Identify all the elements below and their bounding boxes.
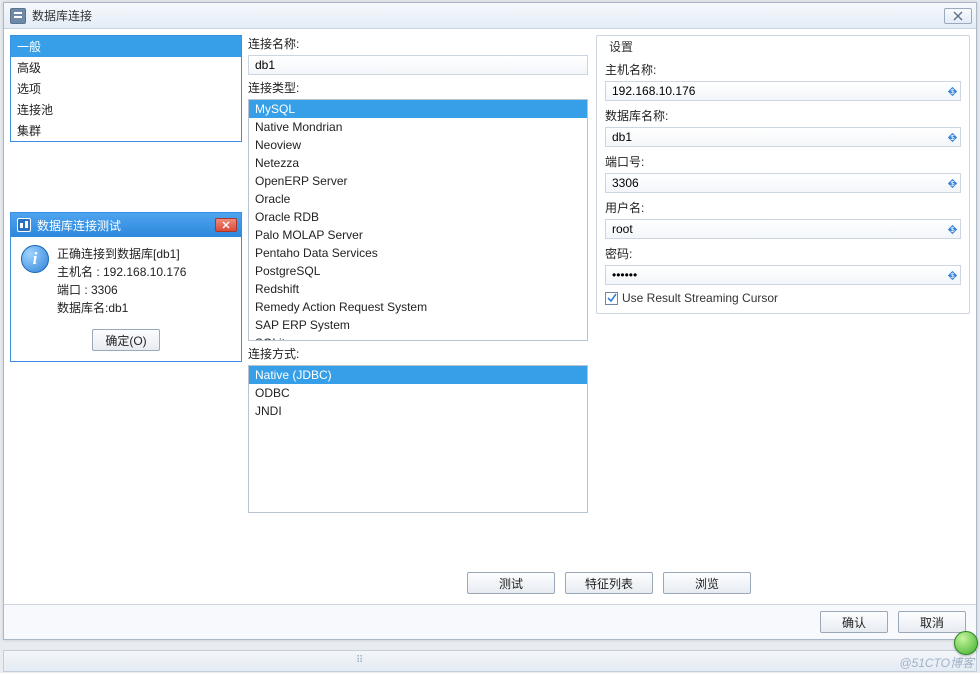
conn-type-item[interactable]: MySQL: [249, 100, 587, 118]
test-button[interactable]: 测试: [467, 572, 555, 594]
dialog-message: 正确连接到数据库[db1] 主机名 : 192.168.10.176 端口 : …: [57, 245, 186, 317]
nav-item-cluster[interactable]: 集群: [11, 120, 241, 141]
conn-type-item[interactable]: SAP ERP System: [249, 316, 587, 334]
conn-way-item[interactable]: ODBC: [249, 384, 587, 402]
conn-type-item[interactable]: Redshift: [249, 280, 587, 298]
dialog-ok-button[interactable]: 确定(O): [92, 329, 160, 351]
dialog-line: 正确连接到数据库[db1]: [57, 245, 186, 263]
db-connection-window: 数据库连接 一般 高级 选项 连接池 集群 数据库连接测试: [3, 2, 977, 640]
streaming-cursor-label: Use Result Streaming Cursor: [622, 291, 778, 305]
conn-type-item[interactable]: PostgreSQL: [249, 262, 587, 280]
info-icon: i: [21, 245, 49, 273]
window-close-button[interactable]: [944, 8, 972, 24]
port-label: 端口号:: [605, 153, 961, 170]
browse-button[interactable]: 浏览: [663, 572, 751, 594]
watermark: @51CTO博客: [899, 654, 974, 671]
main-top: 连接名称: 连接类型: MySQL Native Mondrian Neovie…: [248, 35, 970, 564]
dbname-label: 数据库名称:: [605, 107, 961, 124]
user-label: 用户名:: [605, 199, 961, 216]
nav-item-pool[interactable]: 连接池: [11, 99, 241, 120]
action-buttons: 测试 特征列表 浏览: [248, 568, 970, 598]
conn-type-item[interactable]: SQLite: [249, 334, 587, 341]
window-title: 数据库连接: [32, 7, 944, 24]
nav-item-advanced[interactable]: 高级: [11, 57, 241, 78]
conn-type-item[interactable]: Remedy Action Request System: [249, 298, 587, 316]
dialog-line: 端口 : 3306: [57, 281, 186, 299]
green-orb-icon: [954, 631, 978, 655]
status-strip: ⠿: [3, 650, 977, 672]
ok-button[interactable]: 确认: [820, 611, 888, 633]
conn-name-input[interactable]: [248, 55, 588, 75]
dialog-footer: 确定(O): [11, 321, 241, 361]
user-input[interactable]: [605, 219, 961, 239]
pass-label: 密码:: [605, 245, 961, 262]
pass-input[interactable]: [605, 265, 961, 285]
conn-type-item[interactable]: Pentaho Data Services: [249, 244, 587, 262]
conn-name-label: 连接名称:: [248, 35, 588, 52]
window-body: 一般 高级 选项 连接池 集群 数据库连接测试 i 正确连接到数据库[db: [4, 29, 976, 604]
host-input[interactable]: [605, 81, 961, 101]
nav-item-general[interactable]: 一般: [11, 36, 241, 57]
titlebar: 数据库连接: [4, 3, 976, 29]
close-icon: [953, 11, 963, 21]
port-input[interactable]: [605, 173, 961, 193]
conn-type-label: 连接类型:: [248, 79, 588, 96]
checkbox-icon: [605, 292, 618, 305]
dialog-title: 数据库连接测试: [37, 217, 209, 234]
streaming-cursor-row[interactable]: Use Result Streaming Cursor: [605, 291, 961, 305]
dialog-line: 数据库名:db1: [57, 299, 186, 317]
host-label: 主机名称:: [605, 61, 961, 78]
settings-legend: 设置: [605, 38, 637, 55]
grip-icon[interactable]: ⠿: [356, 655, 368, 667]
dialog-close-button[interactable]: [215, 218, 237, 232]
dialog-body: i 正确连接到数据库[db1] 主机名 : 192.168.10.176 端口 …: [11, 237, 241, 321]
cancel-button[interactable]: 取消: [898, 611, 966, 633]
dialog-line: 主机名 : 192.168.10.176: [57, 263, 186, 281]
close-icon: [222, 221, 230, 229]
conn-type-item[interactable]: Palo MOLAP Server: [249, 226, 587, 244]
settings-column: 设置 主机名称: $ 数据库名称: $: [596, 35, 970, 564]
conn-type-item[interactable]: Native Mondrian: [249, 118, 587, 136]
conn-type-list[interactable]: MySQL Native Mondrian Neoview Netezza Op…: [248, 99, 588, 341]
conn-way-item[interactable]: JNDI: [249, 402, 587, 420]
dialog-icon: [17, 218, 31, 232]
connection-test-dialog: 数据库连接测试 i 正确连接到数据库[db1] 主机名 : 192.168.10…: [10, 212, 242, 362]
conn-way-item[interactable]: Native (JDBC): [249, 366, 587, 384]
left-panel: 一般 高级 选项 连接池 集群 数据库连接测试 i 正确连接到数据库[db: [10, 35, 242, 598]
conn-type-item[interactable]: OpenERP Server: [249, 172, 587, 190]
conn-type-item[interactable]: Neoview: [249, 136, 587, 154]
window-footer: 确认 取消: [4, 604, 976, 639]
conn-way-list[interactable]: Native (JDBC) ODBC JNDI: [248, 365, 588, 513]
main-panel: 连接名称: 连接类型: MySQL Native Mondrian Neovie…: [248, 35, 970, 598]
dialog-titlebar: 数据库连接测试: [11, 213, 241, 237]
dbname-input[interactable]: [605, 127, 961, 147]
left-form-column: 连接名称: 连接类型: MySQL Native Mondrian Neovie…: [248, 35, 588, 564]
nav-list: 一般 高级 选项 连接池 集群: [10, 35, 242, 142]
conn-way-label: 连接方式:: [248, 345, 588, 362]
app-icon: [10, 8, 26, 24]
conn-type-item[interactable]: Oracle RDB: [249, 208, 587, 226]
feature-list-button[interactable]: 特征列表: [565, 572, 653, 594]
conn-type-item[interactable]: Netezza: [249, 154, 587, 172]
nav-item-options[interactable]: 选项: [11, 78, 241, 99]
settings-fieldset: 设置 主机名称: $ 数据库名称: $: [596, 35, 970, 314]
conn-type-item[interactable]: Oracle: [249, 190, 587, 208]
